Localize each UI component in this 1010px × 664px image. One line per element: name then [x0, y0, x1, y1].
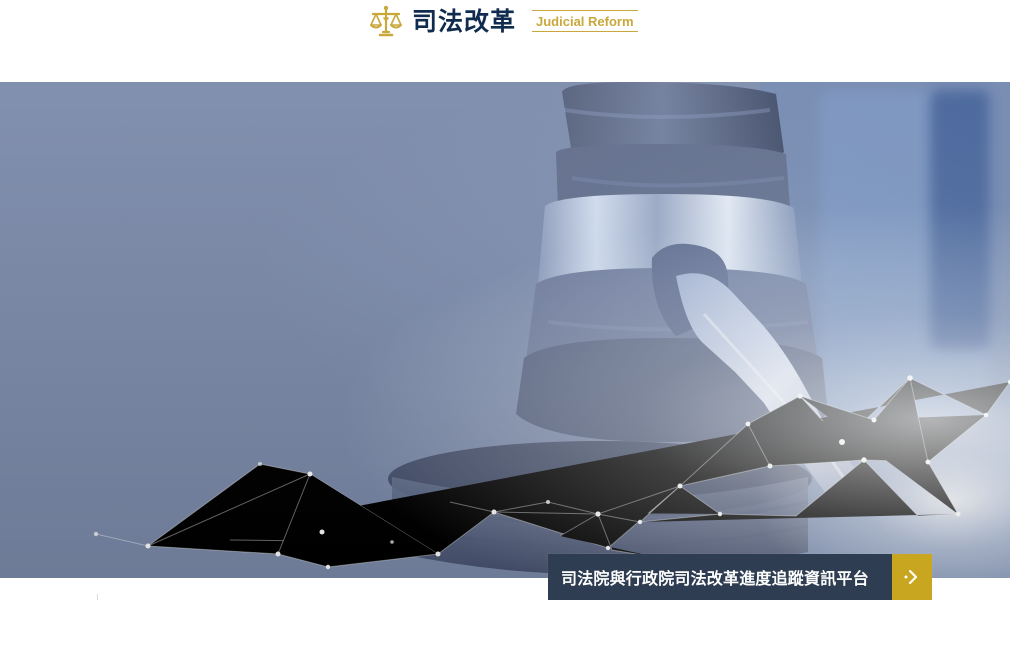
hero-overlay — [0, 82, 1010, 578]
site-title-chinese: 司法改革 — [412, 6, 517, 36]
judicial-reform-tracking-platform-link[interactable]: 司法院與行政院司法改革進度追蹤資訊平台 — [548, 554, 932, 600]
site-header: 司法改革 Judicial Reform — [0, 0, 1010, 82]
cta-label: 司法院與行政院司法改革進度追蹤資訊平台 — [548, 554, 892, 600]
chevron-right-icon — [892, 554, 932, 600]
site-title-english: Judicial Reform — [532, 10, 638, 32]
hero-banner — [0, 82, 1010, 578]
scales-of-justice-icon — [368, 4, 404, 40]
small-divider — [97, 594, 98, 600]
site-logo-link[interactable]: 司法改革 Judicial Reform — [368, 0, 638, 40]
page-root: 司法改革 Judicial Reform 司法院與行政院司法改革進度追蹤資訊平台 — [0, 0, 1010, 664]
